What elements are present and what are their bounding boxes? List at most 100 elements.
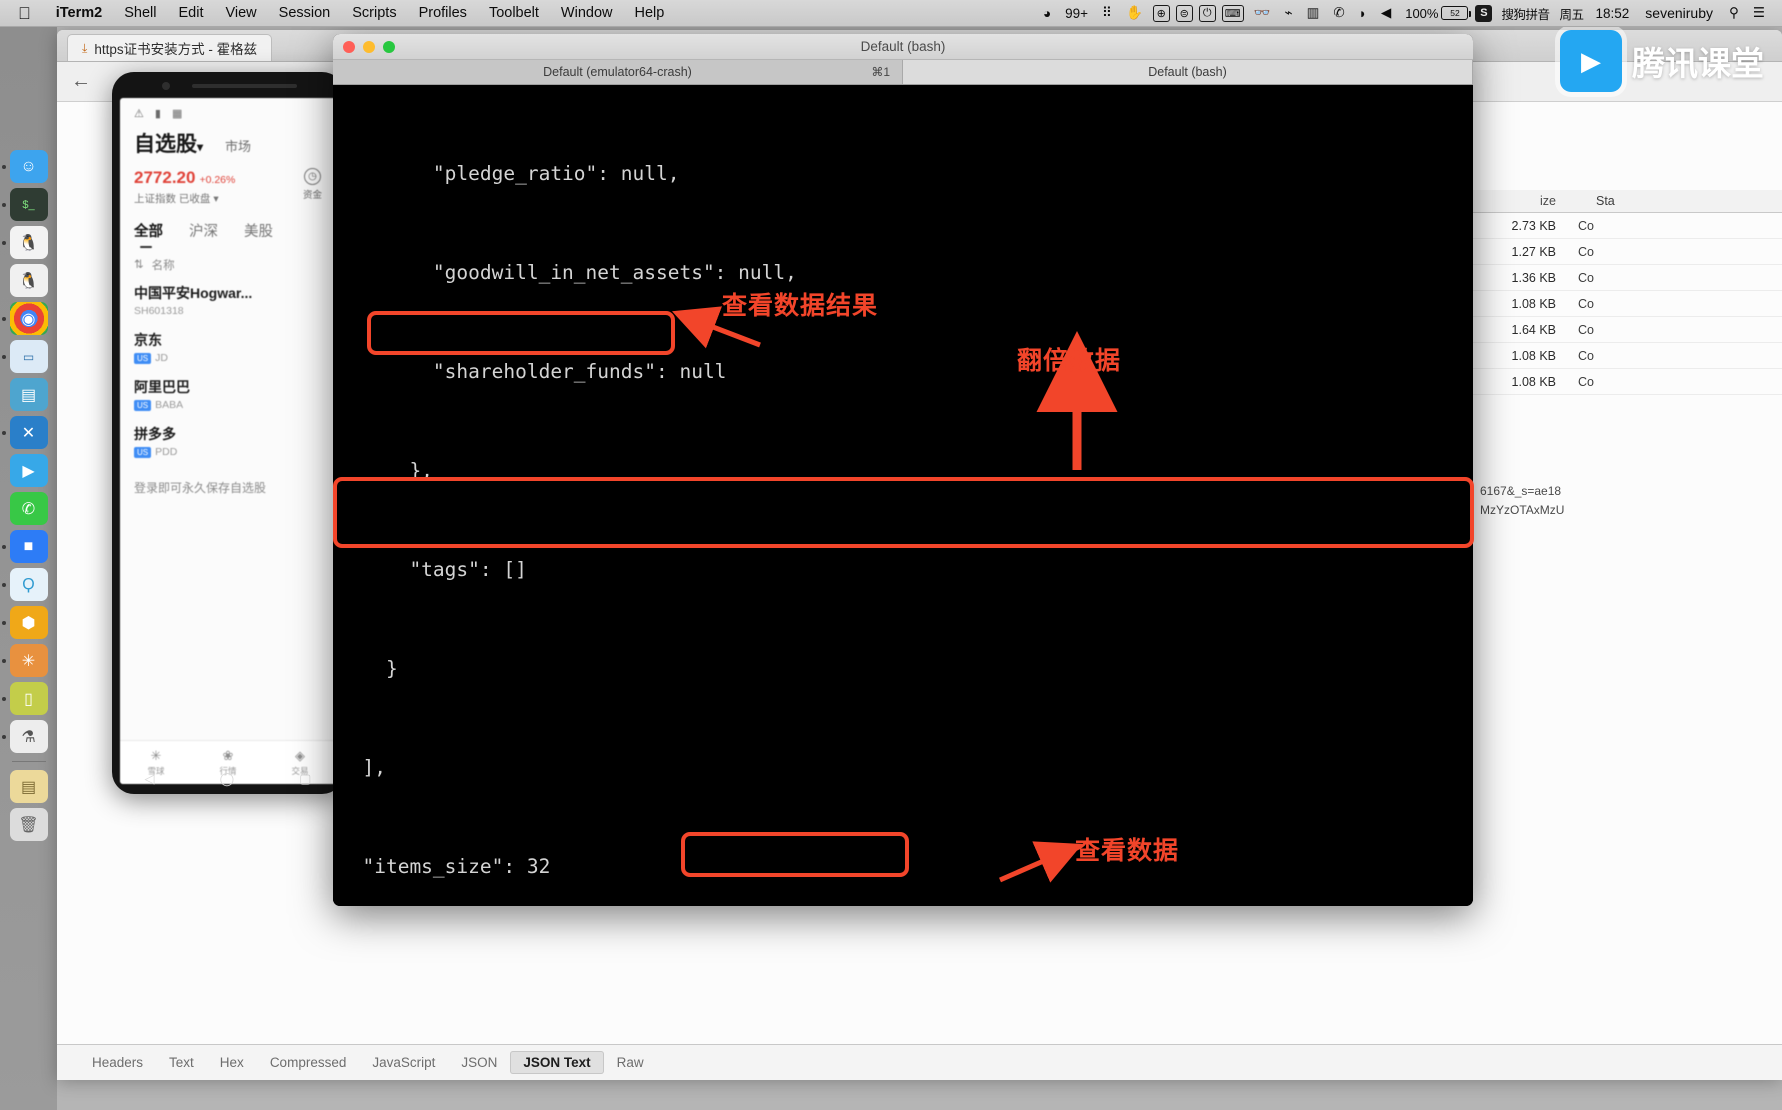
menu-item-toolbelt[interactable]: Toolbelt [478,5,550,21]
table-row[interactable]: 2.73 KB Co [1472,213,1782,239]
menu-item-profiles[interactable]: Profiles [408,5,478,21]
tencent-name: 腾讯课堂 [1632,45,1764,82]
arrow-left-icon[interactable]: ← [71,70,91,93]
clock-time[interactable]: 18:52 [1589,6,1637,21]
tab-json-text[interactable]: JSON Text [510,1050,604,1074]
filter-tab-us[interactable]: 美股 [244,220,273,241]
cell-size: 1.64 KB [1511,322,1556,337]
dock-item-video-call[interactable]: ■ [9,530,48,563]
table-row[interactable]: 1.08 KB Co [1472,291,1782,317]
login-hint[interactable]: 登录即可永久保存自选股 [120,471,336,496]
cell-status: Co [1578,296,1594,311]
dock-item-preview-stack[interactable]: ▤ [9,378,48,411]
inspector-bottom-panel: Headers Text Hex Compressed JavaScript J… [57,1044,1782,1080]
phone-speaker-bar [192,84,297,88]
tab-compressed[interactable]: Compressed [257,1051,360,1074]
dock-item-notes[interactable]: ▯ [9,682,48,715]
menu-item-help[interactable]: Help [624,5,676,21]
user-name[interactable]: seveniruby [1636,5,1722,21]
circle-icon[interactable]: ◯ [220,771,235,787]
filter-tab-all[interactable]: 全部 [134,220,163,248]
table-row[interactable]: 1.36 KB Co [1472,265,1782,291]
dock-item-snagit[interactable]: Ϙ [9,568,48,601]
dock-item-documents-folder[interactable]: ▤ [9,770,48,803]
tab-raw[interactable]: Raw [604,1051,657,1074]
list-item[interactable]: 拼多多 US PDD [134,424,322,458]
menu-item-edit[interactable]: Edit [167,5,214,21]
phone-screen[interactable]: ⚠ ▮ ▦ 自选股▾ 市场 2772.20 +0.26% 上证指数 已收盘 ▾ ◷… [120,98,336,784]
dock-item-trash[interactable]: 🗑 [9,808,48,841]
dock-item-qq[interactable]: 🐧 [9,226,48,259]
dock-item-wechat[interactable]: ✆ [9,492,48,525]
tab-json[interactable]: JSON [448,1051,510,1074]
volume-icon[interactable]: ◀ [1374,5,1398,21]
column-name-label: 名称 [151,260,175,272]
charles-proxy-icon[interactable]: ⊜ [1175,4,1193,22]
glasses-icon[interactable]: 👓 [1247,5,1278,21]
play-icon: ▶ [1560,30,1622,92]
control-center-icon[interactable]: ☰ [1746,5,1772,21]
dock-item-charles-spider[interactable]: ✳ [9,644,48,677]
input-method-label[interactable]: 搜狗拼音 [1496,4,1554,23]
square-icon[interactable]: ▢ [299,771,311,787]
filter-tab-hushen[interactable]: 沪深 [189,220,218,241]
list-item[interactable]: 京东 US JD [134,330,322,364]
tab-headers[interactable]: Headers [79,1051,156,1074]
timemachine-icon[interactable]: ▥ [1300,5,1327,21]
stock-code: US JD [134,352,322,364]
browser-tab[interactable]: ⤓ https证书安装方式 - 霍格兹 [67,34,273,61]
sort-icon[interactable]: ⇅ [134,257,144,273]
dock-item-hex-app[interactable]: ⬢ [9,606,48,639]
menu-item-shell[interactable]: Shell [113,5,167,21]
tab-hex[interactable]: Hex [207,1051,257,1074]
menu-item-window[interactable]: Window [550,5,624,21]
shortcuts-icon[interactable]: ✋ [1119,5,1150,21]
table-row[interactable]: 1.27 KB Co [1472,239,1782,265]
dock-item-charles-proxy[interactable]: ▭ [9,340,48,373]
dock-item-vscode[interactable]: ✕ [9,416,48,449]
inspector-tabs: Headers Text Hex Compressed JavaScript J… [57,1045,1782,1079]
list-item[interactable]: 阿里巴巴 US BABA [134,377,322,411]
table-row[interactable]: 1.08 KB Co [1472,369,1782,395]
stock-name: 拼多多 [134,426,176,442]
menu-item-scripts[interactable]: Scripts [341,5,407,21]
tab-text[interactable]: Text [156,1051,207,1074]
cell-size: 1.36 KB [1511,270,1556,285]
tab-emulator64-crash[interactable]: Default (emulator64-crash) ⌘1 [333,60,903,84]
globe-icon[interactable]: ⊕ [1152,4,1170,22]
battery-icon[interactable]: 52 [1441,6,1472,20]
list-item[interactable]: 中国平安Hogwar... SH601318 [134,283,322,317]
phone-icon[interactable]: ✆ [1326,5,1351,21]
iterm-title-bar[interactable]: Default (bash) [333,34,1473,60]
menu-item-view[interactable]: View [214,5,267,21]
dock-item-qq-alt[interactable]: 🐧 [9,264,48,297]
menu-item-iterm2[interactable]: iTerm2 [45,5,113,21]
dropbox-app-icon[interactable]: ⠿ [1095,5,1119,21]
dock-item-terminal[interactable]: $_ [9,188,48,221]
funds-button[interactable]: ◷ 资金 [303,168,322,201]
market-tab[interactable]: 市场 [225,136,251,155]
apple-logo-icon[interactable]:  [18,5,31,22]
iterm-window[interactable]: Default (bash) Default (emulator64-crash… [333,34,1473,906]
power-icon[interactable]: ⏻ [1198,4,1216,22]
wifi-icon[interactable]: ◗ [1352,6,1374,21]
bluetooth-icon[interactable]: ⌁ [1277,5,1299,21]
android-emulator[interactable]: ⚠ ▮ ▦ 自选股▾ 市场 2772.20 +0.26% 上证指数 已收盘 ▾ ◷… [112,72,344,794]
dock-item-media-player[interactable]: ▶ [9,454,48,487]
request-table: ize Sta 2.73 KB Co 1.27 KB Co 1.36 KB Co… [1472,190,1782,395]
dock-item-chrome[interactable]: ◉ [9,302,48,335]
search-icon[interactable]: ⚲ [1722,5,1746,21]
fragment-line: 6167&_s=ae18 [1480,484,1562,498]
tab-default-bash[interactable]: Default (bash) [903,60,1473,84]
network-icon[interactable]: ⌨ [1221,4,1244,22]
triangle-left-icon[interactable]: ◁ [145,771,155,787]
dock-item-finder[interactable]: ☺ [9,150,48,183]
dropbox-icon[interactable]: ◕ [1036,6,1058,21]
table-row[interactable]: 1.64 KB Co [1472,317,1782,343]
chevron-down-icon[interactable]: ▾ [197,140,203,154]
tab-javascript[interactable]: JavaScript [359,1051,448,1074]
table-row[interactable]: 1.08 KB Co [1472,343,1782,369]
menu-item-session[interactable]: Session [268,5,342,21]
input-method-badge[interactable]: S [1475,4,1493,22]
dock-item-beaker[interactable]: ⚗ [9,720,48,753]
